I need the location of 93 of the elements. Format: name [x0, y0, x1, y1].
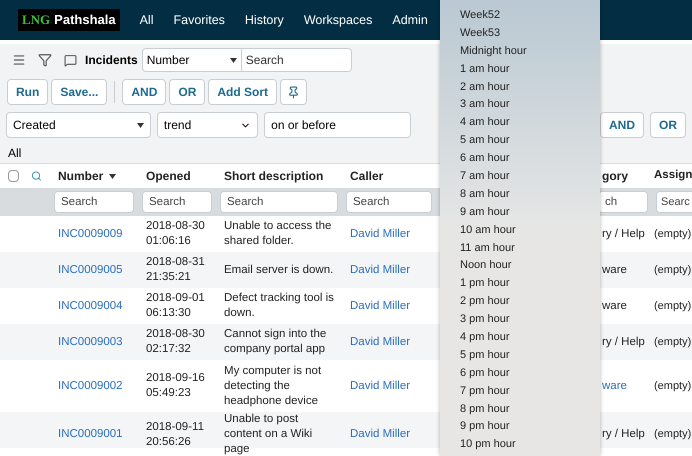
- dropdown-option[interactable]: 4 pm hour: [440, 328, 600, 346]
- dropdown-option[interactable]: 1 am hour: [440, 60, 600, 78]
- search-field[interactable]: Search: [242, 48, 352, 72]
- nav-link[interactable]: Workspaces: [304, 10, 372, 30]
- caller-link[interactable]: David Miller: [350, 226, 410, 242]
- table-cell: ry / Help: [602, 427, 645, 442]
- table-cell: ry / Help: [602, 226, 645, 242]
- toolbar-button[interactable]: Save...: [51, 79, 108, 105]
- dropdown-option[interactable]: 11 am hour: [440, 238, 600, 256]
- column-header[interactable]: gory: [602, 167, 628, 185]
- dropdown-option[interactable]: 2 pm hour: [440, 292, 600, 310]
- column-search-field[interactable]: Search: [142, 191, 212, 213]
- dropdown-option[interactable]: 6 pm hour: [440, 364, 600, 382]
- table-cell: Email server is down.: [224, 262, 334, 278]
- column-search-field[interactable]: Search: [220, 191, 338, 213]
- table-cell-text: Unable to access the shared folder.: [224, 219, 332, 249]
- field-select[interactable]: Number: [142, 48, 242, 72]
- column-header[interactable]: Caller: [350, 167, 384, 185]
- table-cell-text: 2018-08-31 21:35:21: [146, 255, 206, 285]
- table-cell: (empty): [654, 378, 692, 394]
- dropdown-option[interactable]: Week52: [440, 6, 600, 24]
- table-cell: (empty): [654, 427, 692, 442]
- dropdown-option[interactable]: Week53: [440, 24, 600, 42]
- table-cell-text: 2018-09-01 06:13:30: [146, 291, 206, 321]
- dropdown-option[interactable]: 8 pm hour: [440, 400, 600, 418]
- table-cell: (empty): [654, 334, 692, 350]
- incident-link[interactable]: INC0009002: [58, 378, 123, 394]
- operator-select[interactable]: trend: [156, 112, 258, 138]
- toolbar-button[interactable]: AND: [600, 112, 644, 138]
- dropdown-option[interactable]: 3 pm hour: [440, 310, 600, 328]
- table-cell-text: 2018-08-30 02:17:32: [146, 327, 206, 357]
- dropdown-option[interactable]: 9 am hour: [440, 202, 600, 221]
- toolbar-button[interactable]: OR: [169, 79, 206, 105]
- table-cell: (empty): [654, 298, 692, 314]
- dropdown-option[interactable]: 10 am hour: [440, 220, 600, 239]
- toolbar-button[interactable]: OR: [650, 112, 686, 138]
- logo[interactable]: LNG Pathshala: [18, 9, 120, 31]
- column-search-field[interactable]: Search: [54, 191, 134, 213]
- dropdown-option[interactable]: 7 am hour: [440, 167, 600, 185]
- toolbar-button[interactable]: Add Sort: [208, 79, 278, 105]
- category-link[interactable]: ware: [602, 378, 627, 394]
- table-cell-text: My computer is not detecting the headphone device: [224, 364, 322, 408]
- incident-link[interactable]: INC0009009: [58, 226, 123, 242]
- dropdown-option[interactable]: Noon hour: [440, 256, 600, 274]
- dropdown-option[interactable]: 7 pm hour: [440, 382, 600, 400]
- dropdown-option[interactable]: 3 am hour: [440, 95, 600, 114]
- dropdown-option[interactable]: 5 am hour: [440, 131, 600, 150]
- field-select[interactable]: Created: [6, 112, 151, 138]
- breadcrumb[interactable]: All: [8, 144, 22, 162]
- table-cell-text: Cannot sign into the company portal app: [224, 327, 328, 357]
- dropdown-option[interactable]: 9 pm hour: [440, 417, 600, 436]
- caller-link[interactable]: David Miller: [350, 334, 410, 350]
- dropdown-option[interactable]: 2 am hour: [440, 78, 600, 96]
- toolbar-button[interactable]: AND: [122, 79, 166, 105]
- table-cell: (empty): [654, 226, 692, 242]
- table-cell-text: 2018-08-30 01:06:16: [146, 219, 206, 249]
- list-title: Incidents: [85, 52, 138, 69]
- column-header[interactable]: Assign: [654, 167, 692, 185]
- dropdown-option[interactable]: 1 pm hour: [440, 274, 600, 292]
- dropdown-option[interactable]: 10 pm hour: [440, 435, 600, 454]
- caller-link[interactable]: David Miller: [350, 298, 410, 314]
- incident-link[interactable]: INC0009004: [58, 298, 123, 314]
- column-header[interactable]: Short description: [224, 167, 324, 185]
- incident-link[interactable]: INC0009003: [58, 334, 123, 350]
- dropdown-option[interactable]: Midnight hour: [440, 42, 600, 60]
- dropdown-option[interactable]: 5 pm hour: [440, 346, 600, 364]
- table-cell: ry / Help: [602, 334, 645, 350]
- column-search-field[interactable]: Searc: [656, 191, 692, 213]
- dropdown-option[interactable]: 4 am hour: [440, 113, 600, 132]
- value-select[interactable]: on or before: [264, 112, 411, 138]
- incident-link[interactable]: INC0009001: [58, 427, 123, 442]
- table-cell: ware: [602, 262, 627, 278]
- table-cell: (empty): [654, 262, 692, 278]
- incident-link[interactable]: INC0009005: [58, 262, 123, 278]
- nav-link[interactable]: Favorites: [174, 10, 225, 30]
- nav-link[interactable]: All: [140, 10, 154, 30]
- column-header[interactable]: Number: [58, 167, 104, 185]
- column-search-field[interactable]: Search: [346, 191, 432, 213]
- column-search-field[interactable]: ch: [598, 191, 648, 213]
- caller-link[interactable]: David Miller: [350, 262, 410, 278]
- caller-link[interactable]: David Miller: [350, 427, 410, 442]
- table-cell: ware: [602, 298, 627, 314]
- table-cell-text: 2018-09-16 05:49:23: [146, 371, 206, 401]
- caller-link[interactable]: David Miller: [350, 378, 410, 394]
- dropdown-option[interactable]: 8 am hour: [440, 184, 600, 203]
- nav-link[interactable]: History: [244, 10, 284, 30]
- table-cell-text: 2018-09-11 20:56:26: [146, 420, 205, 450]
- table-cell-text: Unable to post content on a Wiki page: [224, 412, 314, 456]
- table-cell: Defect tracking tool is down.: [224, 291, 334, 321]
- nav-link[interactable]: Admin: [392, 10, 428, 30]
- column-header[interactable]: Opened: [146, 167, 191, 185]
- toolbar-button[interactable]: Run: [7, 79, 48, 105]
- dropdown-option[interactable]: 6 am hour: [440, 149, 600, 168]
